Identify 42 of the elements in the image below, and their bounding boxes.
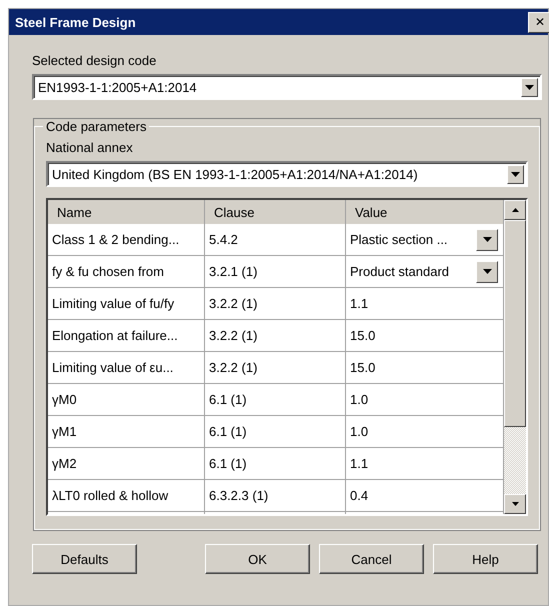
- table-cell: 6.1 (1): [205, 416, 346, 447]
- table-cell: 1.1: [346, 288, 504, 319]
- design-code-dropdown[interactable]: EN1993-1-1:2005+A1:2014: [32, 74, 542, 100]
- national-annex-label: National annex: [46, 140, 134, 155]
- window-title: Steel Frame Design: [15, 14, 136, 30]
- dialog-button[interactable]: Help: [433, 544, 538, 574]
- national-annex-dropdown[interactable]: United Kingdom (BS EN 1993-1-1:2005+A1:2014/NA+A1:2014): [46, 161, 528, 187]
- scroll-down-icon[interactable]: [504, 494, 526, 514]
- group-title: Code parameters: [45, 119, 148, 134]
- table-cell: Plastic section ...: [350, 232, 448, 247]
- table-cell: γM2: [48, 448, 205, 479]
- scroll-thumb[interactable]: [504, 220, 526, 427]
- table-cell: 1.0: [346, 384, 504, 415]
- dialog-button[interactable]: OK: [205, 544, 310, 574]
- table-cell: 5.4.2: [205, 224, 346, 255]
- table-cell: Elongation at failure...: [48, 320, 205, 351]
- table-cell: 3.2.2 (1): [205, 320, 346, 351]
- table-cell: 15.0: [346, 352, 504, 383]
- table-cell: γM1: [48, 416, 205, 447]
- design-code-label: Selected design code: [32, 53, 158, 68]
- table-cell: 6.1 (1): [205, 384, 346, 415]
- table-cell: fy & fu chosen from: [48, 256, 205, 287]
- close-button[interactable]: ✕: [528, 12, 549, 32]
- scroll-up-icon[interactable]: [504, 200, 526, 220]
- table-cell: γM0: [48, 384, 205, 415]
- table-cell: Limiting value of fu/fy: [48, 288, 205, 319]
- table-cell: 15.0: [346, 320, 504, 351]
- table-cell: 6.1 (1): [205, 448, 346, 479]
- scrollbar[interactable]: [504, 200, 526, 514]
- dialog-button[interactable]: Defaults: [32, 544, 137, 574]
- table-cell: 3.2.2 (1): [205, 352, 346, 383]
- table-cell: 6.3.2.3 (1): [205, 480, 346, 511]
- table-cell: λLT0 rolled & hollow: [48, 480, 205, 511]
- table-cell: Class 1 & 2 bending...: [48, 224, 205, 255]
- table-cell: Product standard: [350, 264, 450, 279]
- column-header[interactable]: Name: [48, 200, 205, 224]
- table-cell: 3.2.2 (1): [205, 288, 346, 319]
- table-cell: Limiting value of εu...: [48, 352, 205, 383]
- column-header[interactable]: Clause: [205, 200, 346, 224]
- dialog-button[interactable]: Cancel: [319, 544, 424, 574]
- table-cell: 3.2.1 (1): [205, 256, 346, 287]
- column-header[interactable]: Value: [346, 200, 504, 224]
